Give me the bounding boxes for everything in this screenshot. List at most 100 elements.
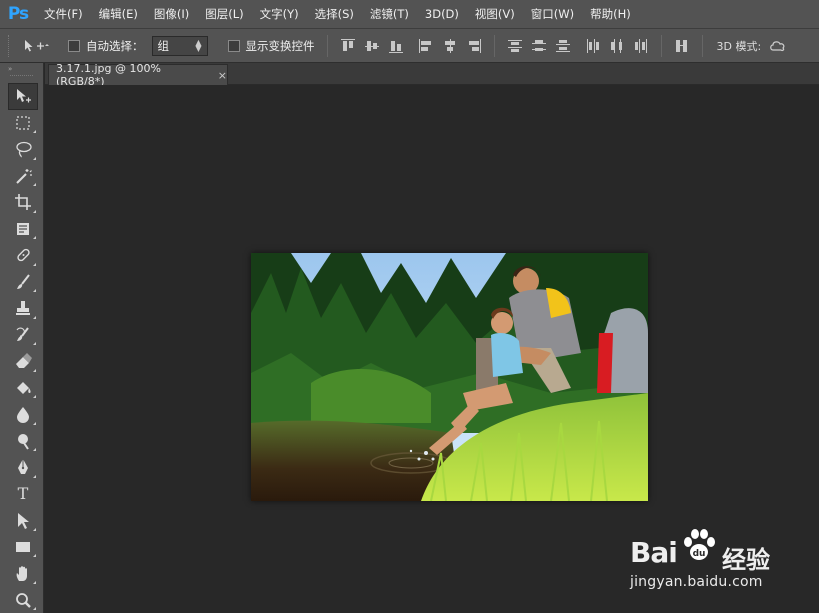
pen-icon	[18, 459, 28, 475]
tool-group-indicator	[33, 368, 36, 372]
menu-bar: Ps 文件(F) 编辑(E) 图像(I) 图层(L) 文字(Y) 选择(S) 滤…	[0, 0, 819, 28]
close-tab-icon[interactable]: ×	[218, 69, 227, 82]
paint-bucket-icon	[17, 381, 31, 394]
photo-couple-by-stream	[251, 253, 648, 501]
magic-wand-tool[interactable]	[8, 163, 38, 190]
dropdown-arrows-icon: ▲ ▼	[195, 37, 202, 53]
move-icon	[17, 89, 31, 103]
pen-tool[interactable]	[8, 454, 38, 481]
brush-icon	[17, 274, 30, 289]
document-tab-bar: 3.17.1.jpg @ 100%(RGB/8*) ×	[45, 62, 819, 88]
eraser-icon	[16, 353, 32, 369]
hand-tool[interactable]	[8, 560, 38, 587]
separator	[326, 34, 328, 57]
tool-group-indicator	[33, 183, 36, 186]
menu-type[interactable]: 文字(Y)	[252, 0, 307, 28]
tools-panel: » T	[0, 63, 44, 613]
paint-bucket-tool[interactable]	[8, 375, 38, 402]
menu-window[interactable]: 窗口(W)	[523, 0, 582, 28]
auto-select-checkbox[interactable]	[68, 39, 80, 52]
move-tool[interactable]	[8, 83, 38, 110]
zoom-icon	[16, 592, 31, 608]
blur-tool[interactable]	[8, 401, 38, 428]
menu-edit[interactable]: 编辑(E)	[91, 0, 146, 28]
blur-icon	[17, 407, 29, 424]
3d-mode-label: 3D 模式:	[716, 39, 762, 53]
tool-group-indicator	[33, 236, 36, 239]
menu-help[interactable]: 帮助(H)	[582, 0, 639, 28]
align-bottom-edges-icon[interactable]	[388, 38, 404, 54]
tool-group-indicator	[33, 289, 36, 292]
tool-group-indicator	[33, 607, 36, 610]
clone-stamp-tool[interactable]	[8, 295, 38, 322]
collapse-toolbar-icon[interactable]: »	[0, 63, 43, 75]
distribute-horizontal-centers-icon[interactable]	[609, 38, 625, 54]
clone-stamp-icon	[16, 301, 30, 316]
document-tab[interactable]: 3.17.1.jpg @ 100%(RGB/8*) ×	[48, 62, 228, 88]
tool-preset-picker[interactable]	[14, 35, 58, 57]
path-selection-tool[interactable]	[8, 507, 38, 534]
history-brush-tool[interactable]	[8, 322, 38, 349]
document-image	[251, 253, 648, 501]
type-tool[interactable]: T	[8, 481, 38, 508]
lasso-tool[interactable]	[8, 136, 38, 163]
distribute-left-edges-icon[interactable]	[585, 38, 601, 54]
watermark-url: jingyan.baidu.com	[630, 574, 763, 590]
hand-icon	[16, 566, 27, 582]
magic-wand-icon	[16, 168, 32, 184]
distribute-right-edges-icon[interactable]	[633, 38, 649, 54]
auto-align-layers-icon[interactable]	[674, 38, 690, 54]
crop-tool[interactable]	[8, 189, 38, 216]
menu-filter[interactable]: 滤镜(T)	[362, 0, 417, 28]
brush-tool[interactable]	[8, 269, 38, 296]
distribute-bottom-edges-icon[interactable]	[555, 38, 571, 54]
auto-select-dropdown[interactable]: 组 ▲ ▼	[151, 35, 208, 56]
tool-group-indicator	[33, 130, 36, 133]
auto-select-value: 组	[157, 38, 170, 53]
distribute-top-edges-icon[interactable]	[507, 38, 523, 54]
align-vertical-centers-icon[interactable]	[364, 38, 380, 54]
distribute-vertical-centers-icon[interactable]	[531, 38, 547, 54]
menu-3d[interactable]: 3D(D)	[417, 0, 467, 28]
history-brush-icon	[16, 327, 29, 341]
rectangle-tool[interactable]	[8, 534, 38, 561]
align-top-edges-icon[interactable]	[340, 38, 356, 54]
healing-brush-icon	[17, 249, 30, 262]
tool-group-indicator	[33, 527, 36, 531]
healing-brush-tool[interactable]	[8, 242, 38, 269]
eraser-tool[interactable]	[8, 348, 38, 375]
show-transform-checkbox[interactable]	[227, 39, 240, 52]
align-right-edges-icon[interactable]	[466, 38, 482, 54]
marquee-icon	[16, 116, 30, 130]
tool-group-indicator	[33, 209, 36, 213]
toolbar-grip[interactable]	[10, 75, 33, 83]
tool-group-indicator	[33, 580, 36, 584]
marquee-tool[interactable]	[8, 110, 38, 137]
menu-layer[interactable]: 图层(L)	[197, 0, 251, 28]
lasso-icon	[16, 142, 32, 158]
tool-group-indicator	[33, 474, 36, 478]
show-transform-label: 显示变换控件	[245, 38, 315, 53]
menu-select[interactable]: 选择(S)	[307, 0, 362, 28]
menu-image[interactable]: 图像(I)	[146, 0, 197, 28]
align-left-edges-icon[interactable]	[418, 38, 434, 54]
menu-view[interactable]: 视图(V)	[467, 0, 523, 28]
zoom-tool[interactable]	[8, 587, 38, 613]
auto-select-label: 自动选择：	[86, 38, 144, 53]
tool-group-indicator	[33, 448, 36, 451]
separator	[493, 34, 495, 57]
options-bar: 自动选择： 组 ▲ ▼ 显示变换控件 3D 模式:	[0, 28, 819, 63]
photoshop-logo: Ps	[7, 4, 29, 24]
align-horizontal-centers-icon[interactable]	[442, 38, 458, 54]
type-icon: T	[17, 484, 29, 504]
3d-rotate-icon[interactable]	[769, 39, 787, 53]
baidu-jingyan-watermark: Bai du 经验 jingyan.baidu.com	[622, 522, 812, 602]
eyedropper-tool[interactable]	[8, 216, 38, 243]
dodge-tool[interactable]	[8, 428, 38, 455]
tool-group-indicator	[33, 156, 36, 160]
crop-icon	[15, 194, 31, 211]
menu-file[interactable]: 文件(F)	[36, 0, 91, 28]
tool-group-indicator	[33, 262, 36, 266]
separator	[701, 34, 703, 57]
eyedropper-icon	[17, 222, 29, 235]
